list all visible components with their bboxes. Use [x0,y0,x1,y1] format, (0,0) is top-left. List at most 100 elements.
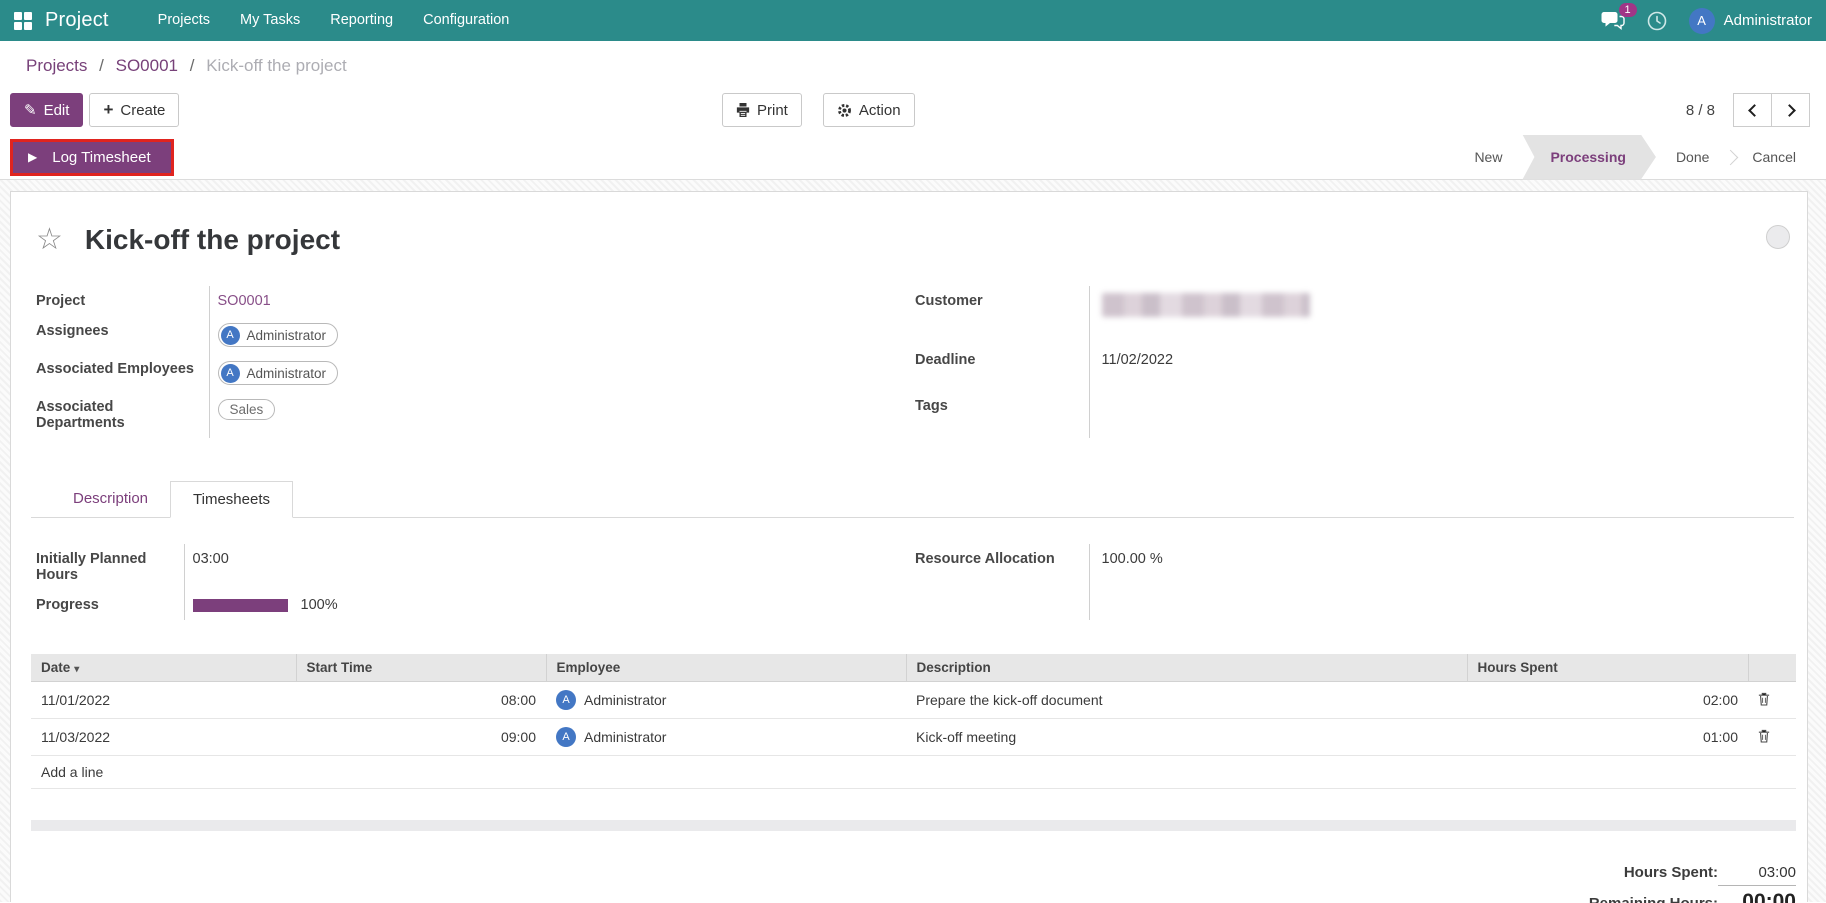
field-group-left: Project SO0001 Assignees A Administrator… [36,286,900,438]
cell-hours: 02:00 [1467,682,1748,719]
task-title: Kick-off the project [85,224,340,256]
cell-start-time: 08:00 [296,682,546,719]
column-description[interactable]: Description [906,654,1467,682]
gear-icon [837,103,852,118]
cell-hours: 01:00 [1467,719,1748,756]
table-row[interactable]: 11/03/2022 09:00 AAdministrator Kick-off… [31,719,1796,756]
nav-item-reporting[interactable]: Reporting [315,0,408,41]
add-a-line-link[interactable]: Add a line [31,756,1796,789]
breadcrumb-projects[interactable]: Projects [26,56,87,75]
cell-description: Prepare the kick-off document [906,682,1467,719]
field-assignees: Assignees A Administrator [36,316,900,354]
delete-row-button[interactable] [1758,729,1770,746]
sort-desc-icon: ▾ [74,664,79,675]
stage-new[interactable]: New [1454,135,1522,180]
pager-previous-button[interactable] [1733,93,1772,127]
avatar: A [221,326,240,345]
field-customer: Customer [915,286,1794,345]
nav-item-projects[interactable]: Projects [143,0,225,41]
action-button[interactable]: Action [823,93,915,127]
field-label: Project [36,286,209,316]
column-date[interactable]: Date▾ [31,654,296,682]
progress-text: 100% [301,597,338,613]
timesheet-fields-right: Resource Allocation 100.00 % [915,544,1794,620]
statusbar: ▶ Log Timesheet New Processing Done Canc… [0,135,1826,180]
stage-done[interactable]: Done [1656,135,1729,180]
messages-icon[interactable]: 1 [1601,11,1625,30]
app-title[interactable]: Project [45,9,109,32]
table-header-row: Date▾ Start Time Employee Description Ho… [31,654,1796,682]
messages-badge: 1 [1619,3,1637,17]
table-row[interactable]: 11/01/2022 08:00 AAdministrator Prepare … [31,682,1796,719]
column-hours-spent[interactable]: Hours Spent [1467,654,1748,682]
field-resource-allocation: Resource Allocation 100.00 % [915,544,1794,620]
column-employee[interactable]: Employee [546,654,906,682]
stage-processing[interactable]: Processing [1522,135,1655,180]
department-chip: Sales [218,399,276,420]
timesheet-table: Date▾ Start Time Employee Description Ho… [31,654,1796,789]
cell-description: Kick-off meeting [906,719,1467,756]
project-link[interactable]: SO0001 [218,293,271,309]
totals-block: Hours Spent: 03:00 Remaining Hours: 00:0… [31,864,1796,903]
pencil-icon: ✎ [24,101,37,119]
user-avatar: A [1689,8,1715,34]
hours-spent-label: Hours Spent: [1624,864,1718,881]
field-deadline: Deadline 11/02/2022 [915,345,1794,392]
cell-date: 11/01/2022 [31,682,296,719]
table-footer-bar [31,820,1796,831]
field-associated-employees: Associated Employees A Administrator [36,354,900,392]
apps-grid-icon[interactable] [14,12,31,29]
print-button[interactable]: Print [722,93,802,127]
clock-icon [1647,11,1667,31]
chevron-left-icon [1748,104,1761,117]
field-group-right: Customer Deadline 11/02/2022 Tags [915,286,1794,438]
control-panel: ✎ Edit + Create Print Action 8 / 8 [0,85,1826,135]
breadcrumb-current: Kick-off the project [206,56,346,75]
plus-icon: + [103,100,113,120]
planned-hours-value: 03:00 [184,544,900,590]
tab-timesheets[interactable]: Timesheets [170,481,293,518]
field-associated-departments: Associated Departments Sales [36,392,900,438]
breadcrumb-separator: / [99,56,104,75]
activities-icon[interactable] [1647,11,1667,31]
cell-employee: AAdministrator [546,682,906,719]
pager-next-button[interactable] [1771,93,1810,127]
column-actions [1748,654,1796,682]
avatar: A [221,364,240,383]
customer-value-redacted [1102,293,1310,317]
cell-employee: AAdministrator [546,719,906,756]
field-label: Assignees [36,316,209,354]
field-label: Customer [915,286,1089,345]
field-project: Project SO0001 [36,286,900,316]
log-timesheet-button[interactable]: ▶ Log Timesheet [13,142,171,173]
favorite-star-icon[interactable]: ☆ [36,225,63,255]
form-background: ☆ Kick-off the project Project SO0001 As… [0,180,1826,902]
edit-button[interactable]: ✎ Edit [10,93,83,127]
pager: 8 / 8 [1686,93,1810,127]
field-label: Tags [915,391,1089,438]
stage-cancel[interactable]: Cancel [1732,135,1816,180]
remaining-hours-value: 00:00 [1718,890,1796,903]
trash-icon [1758,692,1770,706]
progress-bar [193,599,288,612]
nav-item-my-tasks[interactable]: My Tasks [225,0,315,41]
employee-chip: A Administrator [218,361,339,385]
breadcrumb-so0001[interactable]: SO0001 [116,56,178,75]
column-start-time[interactable]: Start Time [296,654,546,682]
notebook-tabs: Description Timesheets [31,480,1794,518]
breadcrumb-separator: / [190,56,195,75]
log-timesheet-highlight-box: ▶ Log Timesheet [10,139,174,176]
assignee-chip: A Administrator [218,323,339,347]
delete-row-button[interactable] [1758,692,1770,709]
chevron-right-icon [1783,104,1796,117]
avatar: A [556,690,576,710]
tags-value [1089,391,1794,438]
user-menu[interactable]: A Administrator [1689,8,1812,34]
kanban-state-circle[interactable] [1766,225,1790,249]
avatar: A [556,727,576,747]
field-planned-hours: Initially Planned Hours 03:00 [36,544,900,590]
nav-item-configuration[interactable]: Configuration [408,0,524,41]
tab-description[interactable]: Description [51,481,170,518]
create-button[interactable]: + Create [89,93,179,127]
field-label: Deadline [915,345,1089,392]
